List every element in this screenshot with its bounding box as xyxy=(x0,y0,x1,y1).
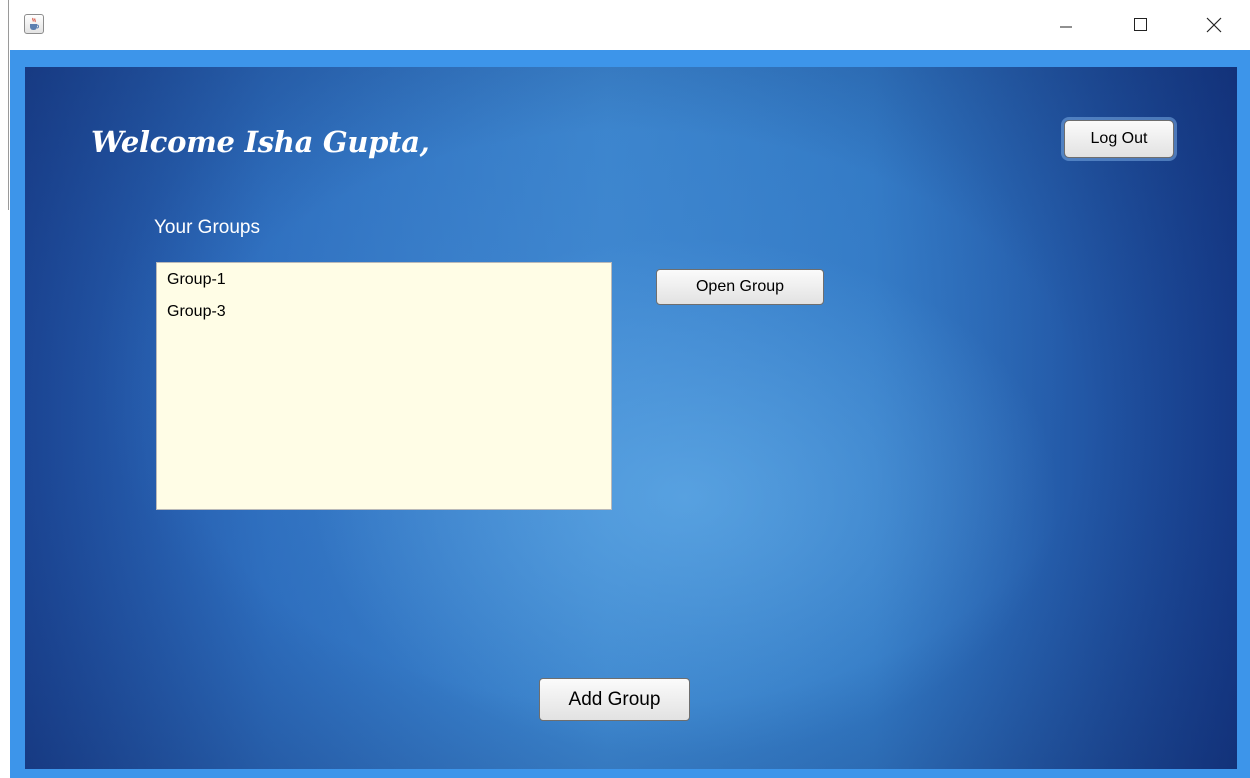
group-list[interactable]: Group-1 Group-3 xyxy=(156,262,612,510)
open-group-button[interactable]: Open Group xyxy=(656,269,824,305)
title-bar xyxy=(0,0,1250,210)
java-cup-icon[interactable] xyxy=(24,14,44,34)
minimize-icon[interactable] xyxy=(1043,8,1089,42)
add-group-button[interactable]: Add Group xyxy=(539,678,690,721)
welcome-heading: Welcome Isha Gupta, xyxy=(91,125,430,159)
window-edge xyxy=(8,0,9,210)
close-icon[interactable] xyxy=(1191,8,1237,42)
maximize-icon[interactable] xyxy=(1117,8,1163,42)
main-panel: Welcome Isha Gupta, Log Out Your Groups … xyxy=(25,67,1237,769)
your-groups-label: Your Groups xyxy=(154,217,260,238)
list-item[interactable]: Group-1 xyxy=(167,269,611,301)
logout-button[interactable]: Log Out xyxy=(1064,120,1174,158)
list-item[interactable]: Group-3 xyxy=(167,301,611,333)
